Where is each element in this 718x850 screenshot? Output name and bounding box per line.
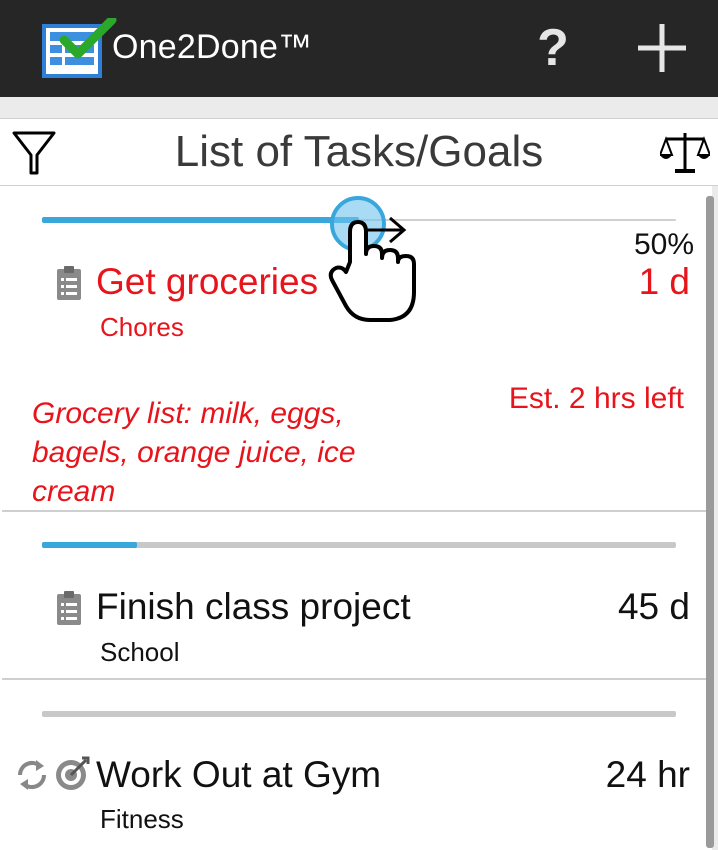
progress-bar[interactable] — [42, 711, 676, 717]
swipe-hand-icon — [328, 196, 416, 322]
progress-fill — [42, 542, 138, 548]
help-button[interactable]: ? — [528, 18, 578, 78]
task-note: Grocery list: milk, eggs, bagels, orange… — [32, 397, 356, 508]
page-title: List of Tasks/Goals — [174, 127, 544, 176]
scrollbar[interactable] — [706, 196, 714, 848]
task-name: Get groceries — [96, 261, 319, 302]
task-estimate: Est. 2 hrs left — [508, 382, 684, 415]
repeat-icon — [17, 760, 47, 790]
progress-fill — [42, 217, 359, 223]
action-bar: One2Done™ ? — [0, 0, 718, 97]
progress-bar[interactable] — [42, 542, 676, 548]
progress-percent: 50% — [633, 228, 694, 261]
clipboard-icon — [57, 266, 81, 300]
task-due: 45 d — [617, 586, 690, 627]
task-name: Finish class project — [96, 586, 411, 627]
add-icon[interactable] — [632, 18, 692, 78]
target-icon — [56, 756, 90, 790]
task-category: School — [100, 637, 180, 667]
task-category: Fitness — [100, 804, 184, 834]
task-name: Work Out at Gym — [96, 754, 382, 795]
help-icon: ? — [537, 19, 569, 77]
task-due: 24 hr — [605, 754, 690, 795]
task-category: Chores — [100, 312, 184, 342]
balance-scale-icon[interactable] — [660, 131, 710, 175]
list-header: List of Tasks/Goals — [0, 118, 718, 186]
task-due: 1 d — [638, 261, 690, 302]
clipboard-icon — [57, 591, 81, 625]
checklist-logo-icon — [42, 18, 117, 78]
app-title: One2Done™ — [112, 28, 313, 66]
